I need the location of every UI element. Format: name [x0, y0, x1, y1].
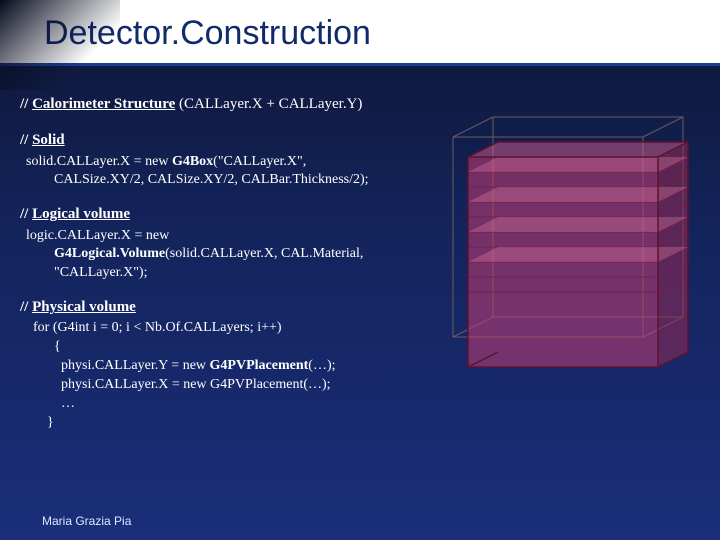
- code-solid: solid.CALLayer.X = new G4Box("CALLayer.X…: [26, 153, 700, 191]
- page-title: Detector.Construction: [0, 0, 720, 63]
- section-extra: (CALLayer.X + CALLayer.Y): [175, 96, 362, 112]
- section-label: Physical volume: [32, 299, 136, 315]
- section-logical: // Logical volume: [20, 204, 700, 224]
- footer-author: Maria Grazia Pia: [42, 514, 131, 528]
- comment-prefix: //: [20, 206, 28, 222]
- section-solid: // Solid: [20, 130, 700, 150]
- section-calorimeter: // Calorimeter Structure (CALLayer.X + C…: [20, 94, 700, 114]
- section-label: Calorimeter Structure: [32, 96, 175, 112]
- section-physical: // Physical volume: [20, 297, 700, 317]
- comment-prefix: //: [20, 299, 28, 315]
- comment-prefix: //: [20, 96, 28, 112]
- slide-content: // Calorimeter Structure (CALLayer.X + C…: [0, 66, 720, 433]
- section-label: Logical volume: [32, 206, 130, 222]
- section-label: Solid: [32, 132, 65, 148]
- code-physical: for (G4int i = 0; i < Nb.Of.CALLayers; i…: [26, 319, 700, 432]
- code-logical: logic.CALLayer.X = new G4Logical.Volume(…: [26, 227, 700, 284]
- comment-prefix: //: [20, 132, 28, 148]
